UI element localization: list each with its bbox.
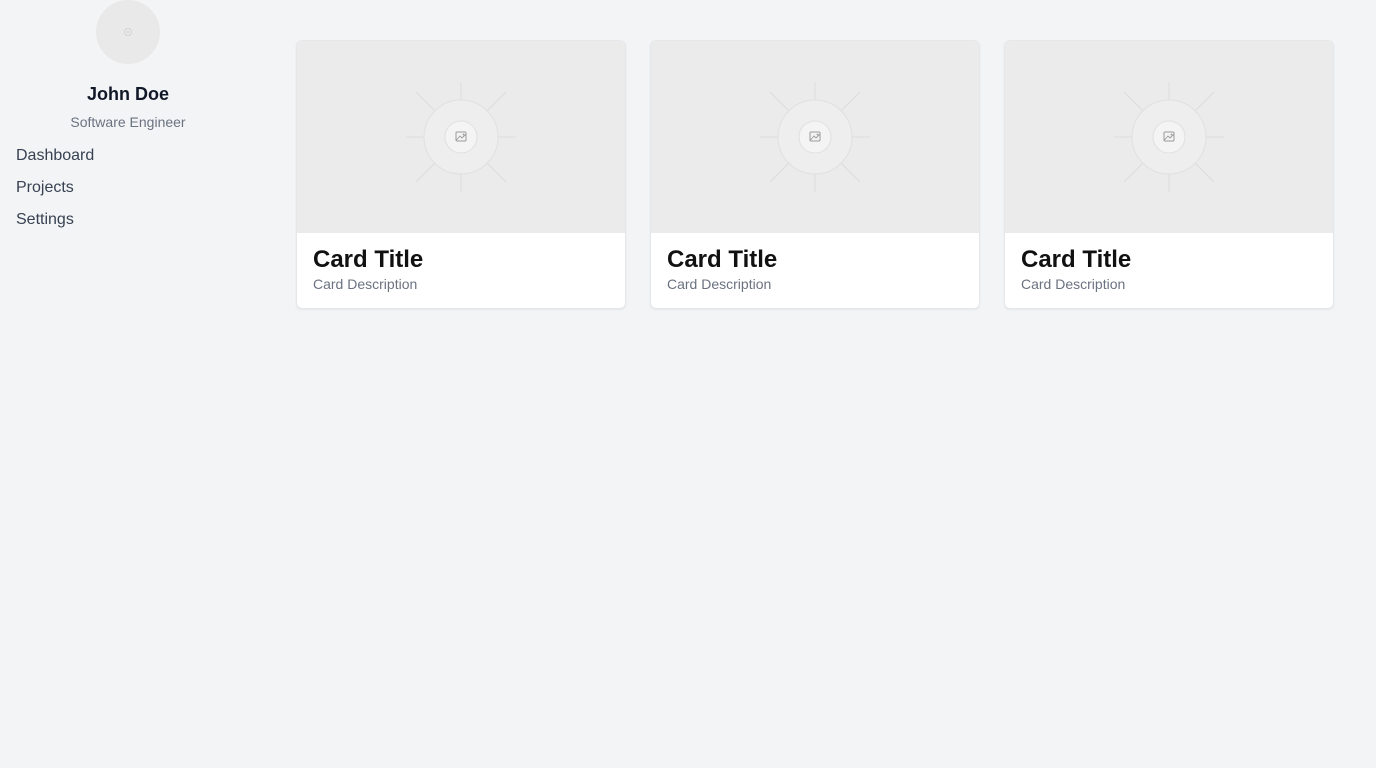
card-image-placeholder xyxy=(651,41,979,233)
card[interactable]: Card Title Card Description xyxy=(1004,40,1334,309)
card-description: Card Description xyxy=(667,276,772,292)
card-title: Card Title xyxy=(667,246,778,273)
nav-item-settings[interactable]: Settings xyxy=(16,208,94,240)
card[interactable]: Card Title Card Description xyxy=(650,40,980,309)
card-body: Card Title Card Description xyxy=(651,233,979,293)
card-body: Card Title Card Description xyxy=(1005,233,1333,293)
card-title: Card Title xyxy=(1021,246,1132,273)
card[interactable]: Card Title Card Description xyxy=(296,40,626,309)
card-description: Card Description xyxy=(1021,276,1126,292)
card-grid: Card Title Card Description Card Title C… xyxy=(296,40,1334,309)
image-placeholder-icon xyxy=(1114,82,1224,192)
image-placeholder-icon xyxy=(406,82,516,192)
nav-item-projects[interactable]: Projects xyxy=(16,176,94,208)
avatar[interactable] xyxy=(96,0,160,64)
card-image-placeholder xyxy=(1005,41,1333,233)
card-description: Card Description xyxy=(313,276,418,292)
image-placeholder-icon xyxy=(760,82,870,192)
card-image-placeholder xyxy=(297,41,625,233)
card-title: Card Title xyxy=(313,246,424,273)
nav-item-dashboard[interactable]: Dashboard xyxy=(16,144,94,176)
profile-role: Software Engineer xyxy=(70,114,186,130)
sidebar: John Doe Software Engineer Dashboard Pro… xyxy=(0,0,256,768)
sidebar-nav: Dashboard Projects Settings xyxy=(16,144,94,240)
card-body: Card Title Card Description xyxy=(297,233,625,293)
avatar-placeholder-icon xyxy=(124,28,132,36)
profile-name: John Doe xyxy=(86,84,169,104)
